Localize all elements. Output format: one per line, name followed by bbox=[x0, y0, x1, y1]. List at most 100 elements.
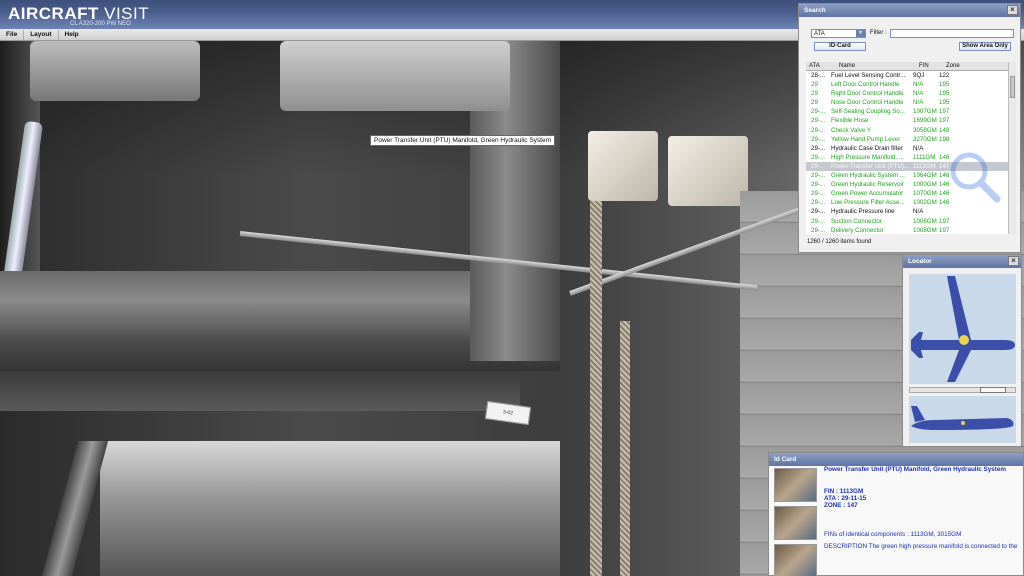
row-fin: N/A bbox=[913, 208, 924, 216]
row-ata: 29-... bbox=[811, 117, 826, 125]
locator-top-view[interactable] bbox=[909, 274, 1016, 384]
row-name: Green Hydraulic System ... bbox=[831, 172, 905, 180]
id-card-panel-title: Id Card bbox=[769, 453, 1023, 466]
row-name: Fuel Level Sensing Contr... bbox=[831, 72, 906, 79]
results-table-header: ATA Name FIN Zone bbox=[806, 62, 1008, 71]
results-count: 1260 / 1260 items found bbox=[807, 239, 872, 245]
row-zone: 195 bbox=[939, 81, 950, 89]
locator-panel-title: Locator × bbox=[903, 255, 1021, 268]
scroll-thumb[interactable] bbox=[1010, 76, 1015, 98]
close-icon[interactable]: × bbox=[1008, 256, 1019, 266]
row-ata: 29-... bbox=[811, 126, 826, 134]
hover-tooltip: Power Transfer Unit (PTU) Manifold, Gree… bbox=[370, 135, 555, 146]
row-fin: 1699GM bbox=[913, 117, 937, 125]
slider-handle[interactable] bbox=[980, 387, 1006, 393]
row-ata: 28-... bbox=[811, 72, 826, 79]
row-fin: 1000GM bbox=[913, 181, 937, 189]
photo-thumbnail-1[interactable] bbox=[774, 468, 817, 502]
ptu-unit-1 bbox=[588, 131, 658, 201]
locator-panel: Locator × bbox=[902, 254, 1022, 447]
braided-hose-1 bbox=[590, 201, 602, 576]
row-name: Check Valve Y bbox=[831, 126, 872, 134]
show-area-only-button[interactable]: Show Area Only bbox=[959, 42, 1011, 51]
row-name: Suction Connector bbox=[831, 217, 882, 225]
row-name: Power Transfer Unit (PTU)... bbox=[831, 162, 909, 170]
row-ata: 29-... bbox=[811, 226, 826, 234]
row-zone: 195 bbox=[939, 99, 950, 107]
row-name: Low Pressure Filter Asse... bbox=[831, 199, 905, 207]
locator-side-view[interactable] bbox=[909, 396, 1016, 443]
row-fin: N/A bbox=[913, 99, 924, 107]
row-zone: 198 bbox=[939, 135, 950, 143]
row-zone: 195 bbox=[939, 90, 950, 98]
row-ata: 29-... bbox=[811, 172, 826, 180]
row-fin: 1007GM bbox=[913, 108, 937, 116]
results-scrollbar[interactable] bbox=[1008, 62, 1016, 234]
row-ata: 29-... bbox=[811, 144, 826, 152]
table-row[interactable]: 28-... Fuel Level Sensing Contr... 9QJ 122 bbox=[806, 71, 1008, 80]
col-zone[interactable]: Zone bbox=[946, 62, 960, 71]
component-name: Power Transfer Unit (PTU) Manifold, Gree… bbox=[824, 466, 1006, 473]
row-fin: 1064GM bbox=[913, 172, 937, 180]
row-ata: 29-... bbox=[811, 199, 826, 207]
row-name: Flexible Hose bbox=[831, 117, 869, 125]
row-ata: 29-... bbox=[811, 208, 826, 216]
table-row[interactable]: 29 Left Door Control Handle N/A 195 bbox=[806, 80, 1008, 89]
search-panel-title: Search × bbox=[799, 4, 1020, 17]
close-icon[interactable]: × bbox=[1007, 5, 1018, 15]
row-ata: 29-... bbox=[811, 108, 826, 116]
row-name: Delivery Connector bbox=[831, 226, 884, 234]
row-name: Green Hydraulic Reservoir bbox=[831, 181, 904, 189]
row-ata: 29 bbox=[811, 99, 818, 107]
table-row[interactable]: 29 Right Door Control Handle N/A 195 bbox=[806, 89, 1008, 98]
table-row[interactable]: 29-... Yellow Hand Pump Lever 3270GM 198 bbox=[806, 135, 1008, 144]
component-description: DESCRIPTION The green high pressure mani… bbox=[824, 543, 1018, 550]
row-fin: 9QJ bbox=[913, 72, 925, 79]
row-ata: 29-... bbox=[811, 135, 826, 143]
menu-help[interactable]: Help bbox=[59, 30, 85, 40]
row-zone: 197 bbox=[939, 108, 950, 116]
valve-block-left bbox=[30, 41, 200, 101]
row-zone: 197 bbox=[939, 226, 950, 234]
id-card-panel: Id Card Power Transfer Unit (PTU) Manifo… bbox=[768, 452, 1024, 576]
row-name: Self-Sealing Coupling So... bbox=[831, 108, 905, 116]
row-ata: 29-... bbox=[811, 190, 826, 198]
row-ata: 29-... bbox=[811, 153, 826, 161]
row-ata: 29 bbox=[811, 90, 818, 98]
filter-input[interactable] bbox=[890, 29, 1014, 38]
row-fin: 1113GM bbox=[913, 162, 936, 170]
component-zone: ZONE : 147 bbox=[824, 502, 858, 509]
strut-left bbox=[41, 441, 109, 576]
row-fin: N/A bbox=[913, 81, 924, 89]
row-name: Left Door Control Handle bbox=[831, 81, 900, 89]
category-select[interactable]: ATA ▼ bbox=[811, 29, 866, 38]
row-name: Yellow Hand Pump Lever bbox=[831, 135, 901, 143]
table-row[interactable]: 29-... Check Valve Y 3058GM 148 bbox=[806, 126, 1008, 135]
magnifier-icon bbox=[950, 152, 1001, 203]
id-card-button[interactable]: ID-Card bbox=[814, 42, 866, 51]
col-fin[interactable]: FIN bbox=[919, 62, 929, 71]
table-row[interactable]: 29-... Suction Connector 1006GM 197 bbox=[806, 217, 1008, 226]
row-ata: 29-... bbox=[811, 162, 826, 170]
table-row[interactable]: 29-... Hydraulic Pressure line N/A bbox=[806, 207, 1008, 216]
row-fin: 3270GM bbox=[913, 135, 937, 143]
menu-layout[interactable]: Layout bbox=[24, 29, 59, 40]
row-fin: 1008GM bbox=[913, 226, 937, 234]
table-row[interactable]: 29 Nose Door Control Handle N/A 195 bbox=[806, 98, 1008, 107]
photo-thumbnail-3[interactable] bbox=[774, 544, 817, 576]
col-ata[interactable]: ATA bbox=[809, 62, 820, 71]
row-fin: 1002GM bbox=[913, 199, 937, 207]
row-name: Green Power Accumulator bbox=[831, 190, 904, 198]
row-fin: 1070GM bbox=[913, 190, 937, 198]
table-row[interactable]: 29-... Delivery Connector 1008GM 197 bbox=[806, 226, 1008, 234]
row-fin: 1111GM bbox=[913, 153, 936, 161]
row-zone: 122 bbox=[939, 72, 950, 79]
table-row[interactable]: 29-... Flexible Hose 1699GM 197 bbox=[806, 116, 1008, 125]
search-panel: Search × ATA ▼ Filter : ID-Card Show Are… bbox=[798, 3, 1021, 253]
locator-slider[interactable] bbox=[909, 387, 1016, 393]
col-name[interactable]: Name bbox=[839, 62, 855, 71]
row-fin: 3058GM bbox=[913, 126, 937, 134]
table-row[interactable]: 29-... Self-Sealing Coupling So... 1007GM 1… bbox=[806, 107, 1008, 116]
menu-file[interactable]: File bbox=[0, 29, 25, 40]
photo-thumbnail-2[interactable] bbox=[774, 506, 817, 540]
